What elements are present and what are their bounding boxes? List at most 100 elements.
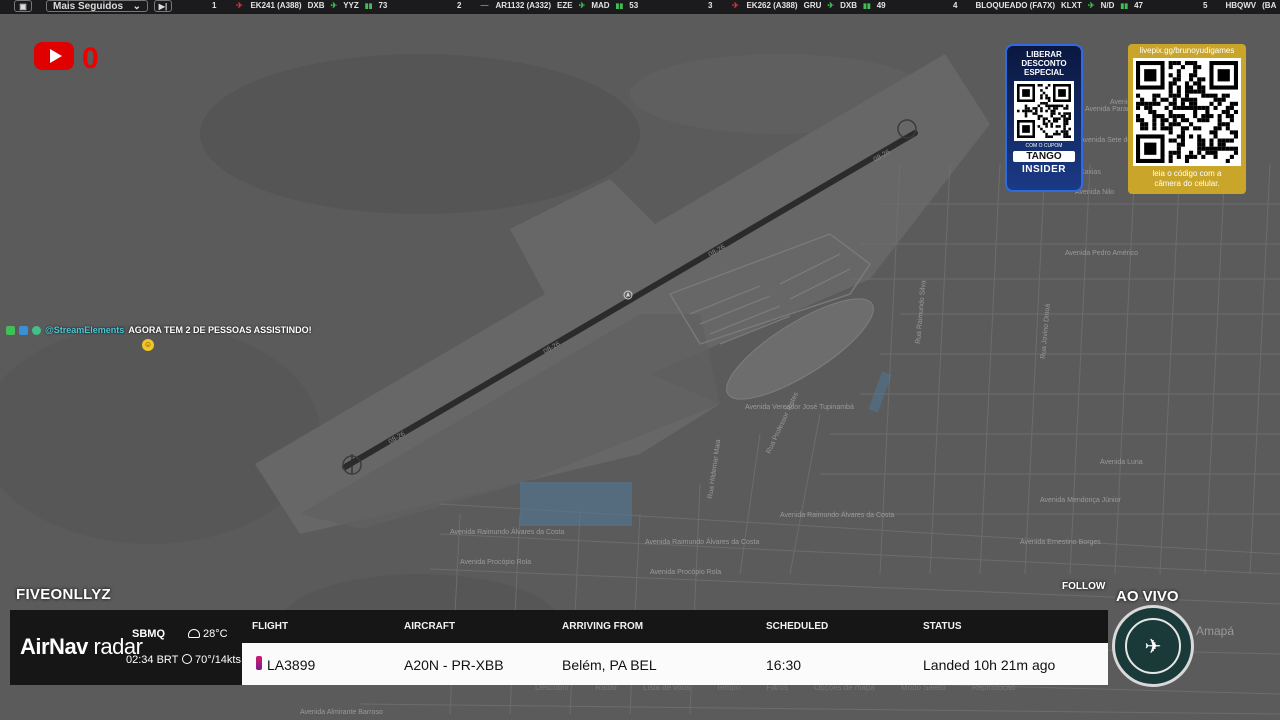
ticker-flight: HBQWV	[1225, 1, 1257, 10]
airnav-logo: AirNav radar	[20, 634, 143, 660]
header-scheduled: SCHEDULED	[766, 621, 829, 632]
street-label: Avenida Almirante Barroso	[300, 709, 383, 716]
airnav-arrivals-panel: AirNav radar SBMQ 02:34 BRT 28°C 70°/14k…	[10, 610, 1108, 685]
ticker-origin: KLXT	[1061, 1, 1082, 10]
arrow-right-icon: ✈	[827, 1, 835, 10]
qr-code-icon	[1133, 58, 1241, 166]
row-aircraft: A20N - PR-XBB	[404, 657, 504, 673]
ticker-flight: EK262 (A388)	[746, 1, 798, 10]
promo-line: DESCONTO	[1021, 59, 1067, 68]
row-scheduled: 16:30	[766, 657, 802, 673]
home-screen-icon[interactable]: ▣	[14, 0, 32, 12]
airport-code: SBMQ	[132, 628, 165, 640]
street-label: Avenida Ernestino Borges	[1020, 539, 1101, 546]
ticker-rank: 2	[457, 1, 462, 10]
ticker-flight: AR1132 (A332)	[495, 1, 552, 10]
sort-dropdown-label: Mais Seguidos	[53, 0, 124, 12]
donation-caption: leia o código com a	[1152, 169, 1222, 178]
sort-dropdown[interactable]: Mais Seguidos ⌄	[46, 0, 148, 12]
table-row[interactable]: LA3899 A20N - PR-XBB Belém, PA BEL 16:30…	[242, 643, 1108, 685]
arrow-right-icon: ✈	[330, 1, 338, 10]
streamer-name: FIVEONLLYZ	[16, 586, 111, 603]
youtube-viewer-count: 0	[82, 42, 99, 75]
row-flight: LA3899	[267, 657, 316, 673]
stream-overlay: ▣ Mais Seguidos ⌄ ▶| 1 ✈ EK241 (A388) DX…	[0, 0, 1280, 720]
ticker-item[interactable]: 1 ✈ EK241 (A388) DXB ✈ YYZ ▮▮ 73	[212, 1, 387, 10]
discount-promo-card[interactable]: LIBERAR DESCONTO ESPECIAL COM O CUPOM TA…	[1005, 44, 1083, 192]
street-label: Avenida Procópio Rola	[460, 559, 531, 566]
wind-gauge-icon	[182, 654, 192, 664]
livepix-donation-card[interactable]: livepix.gg/brunoyudigames leia o código …	[1128, 44, 1246, 194]
airplane-icon: ✈	[236, 1, 243, 10]
chevron-down-icon: ⌄	[132, 0, 141, 12]
header-status: STATUS	[923, 621, 962, 632]
street-label: Avenida Pedro Américo	[1065, 250, 1138, 257]
airplane-icon: ✈	[732, 1, 739, 10]
street-label: Avenida Vereador José Tupinambá	[745, 404, 854, 411]
ticker-destination: N/D	[1100, 1, 1115, 10]
ticker-count: 47	[1134, 1, 1144, 10]
donation-caption: câmera do celular.	[1154, 179, 1220, 188]
ticker-count: 49	[876, 1, 886, 10]
arrow-right-icon: ✈	[578, 1, 586, 10]
ticker-item[interactable]: 5 HBQWV (BA	[1203, 1, 1276, 10]
street-label: Avenida Mendonça Júnior	[1040, 497, 1121, 504]
ticker-rank: 1	[212, 1, 217, 10]
verified-badge-icon	[32, 325, 41, 335]
row-status: Landed 10h 21m ago	[923, 657, 1056, 673]
latam-airline-icon	[256, 656, 262, 670]
smile-emoji-icon: ☺	[142, 339, 154, 351]
coupon-caption: COM O CUPOM	[1025, 143, 1063, 149]
ticker-item[interactable]: 3 ✈ EK262 (A388) GRU ✈ DXB ▮▮ 49	[708, 1, 886, 10]
channel-logo: ✈	[1112, 605, 1194, 687]
cloud-icon	[188, 629, 200, 638]
viewers-icon: ▮▮	[364, 2, 373, 10]
viewers-icon: ▮▮	[615, 2, 624, 10]
ticker-origin: (BA	[1262, 1, 1277, 10]
promo-line: LIBERAR	[1026, 50, 1062, 59]
ticker-count: 73	[378, 1, 388, 10]
airplane-icon: —	[480, 1, 489, 10]
header-aircraft: AIRCRAFT	[404, 621, 456, 632]
viewers-icon: ▮▮	[862, 2, 871, 10]
qr-code-icon	[1014, 81, 1074, 141]
ticker-destination: YYZ	[343, 1, 359, 10]
ticker-rank: 3	[708, 1, 713, 10]
ticker-rank: 5	[1203, 1, 1208, 10]
street-label: Avenida Nilo	[1075, 189, 1114, 196]
promo-line: ESPECIAL	[1023, 68, 1064, 77]
ticker-flight: EK241 (A388)	[250, 1, 302, 10]
logo-bold-text: AirNav	[20, 634, 88, 659]
live-label: AO VIVO	[1116, 588, 1179, 605]
coupon-code: TANGO	[1013, 151, 1075, 162]
row-arriving-from: Belém, PA BEL	[562, 657, 657, 673]
airplane-emblem-icon: ✈	[1125, 618, 1181, 674]
chat-message: @StreamElements AGORA TEM 2 DE PESSOAS A…	[6, 325, 312, 335]
street-label: Avenida Raimundo Álvares da Costa	[645, 537, 759, 546]
chat-text: AGORA TEM 2 DE PESSOAS ASSISTINDO!	[128, 325, 312, 335]
ticker-item[interactable]: 2 — AR1132 (A332) EZE ✈ MAD ▮▮ 53	[457, 1, 638, 10]
ticker-origin: GRU	[803, 1, 822, 10]
next-track-icon[interactable]: ▶|	[154, 0, 172, 12]
ticker-origin: DXB	[307, 1, 325, 10]
table-header: FLIGHT AIRCRAFT ARRIVING FROM SCHEDULED …	[252, 610, 1108, 643]
wind: 70°/14kts	[195, 654, 241, 666]
chat-username: @StreamElements	[45, 325, 125, 335]
ticker-flight: BLOQUEADO (FA7X)	[975, 1, 1056, 10]
follow-label: FOLLOW	[1062, 581, 1106, 592]
street-label: Avenida Raimundo Álvares da Costa	[450, 527, 564, 536]
ticker-item[interactable]: 4 BLOQUEADO (FA7X) KLXT ✈ N/D ▮▮ 47	[953, 1, 1143, 10]
youtube-icon	[34, 42, 74, 70]
promo-brand: INSIDER	[1021, 164, 1067, 175]
viewers-icon: ▮▮	[1120, 2, 1129, 10]
ticker-count: 53	[629, 1, 639, 10]
header-flight: FLIGHT	[252, 621, 289, 632]
moderator-badge-icon	[6, 325, 15, 335]
ticker-origin: EZE	[557, 1, 573, 10]
ticker-rank: 4	[953, 1, 958, 10]
header-arriving-from: ARRIVING FROM	[562, 621, 644, 632]
place-label: Amapá	[1196, 624, 1234, 638]
local-time: 02:34 BRT	[126, 654, 179, 666]
temperature: 28°C	[203, 628, 228, 640]
water-area	[520, 482, 632, 526]
